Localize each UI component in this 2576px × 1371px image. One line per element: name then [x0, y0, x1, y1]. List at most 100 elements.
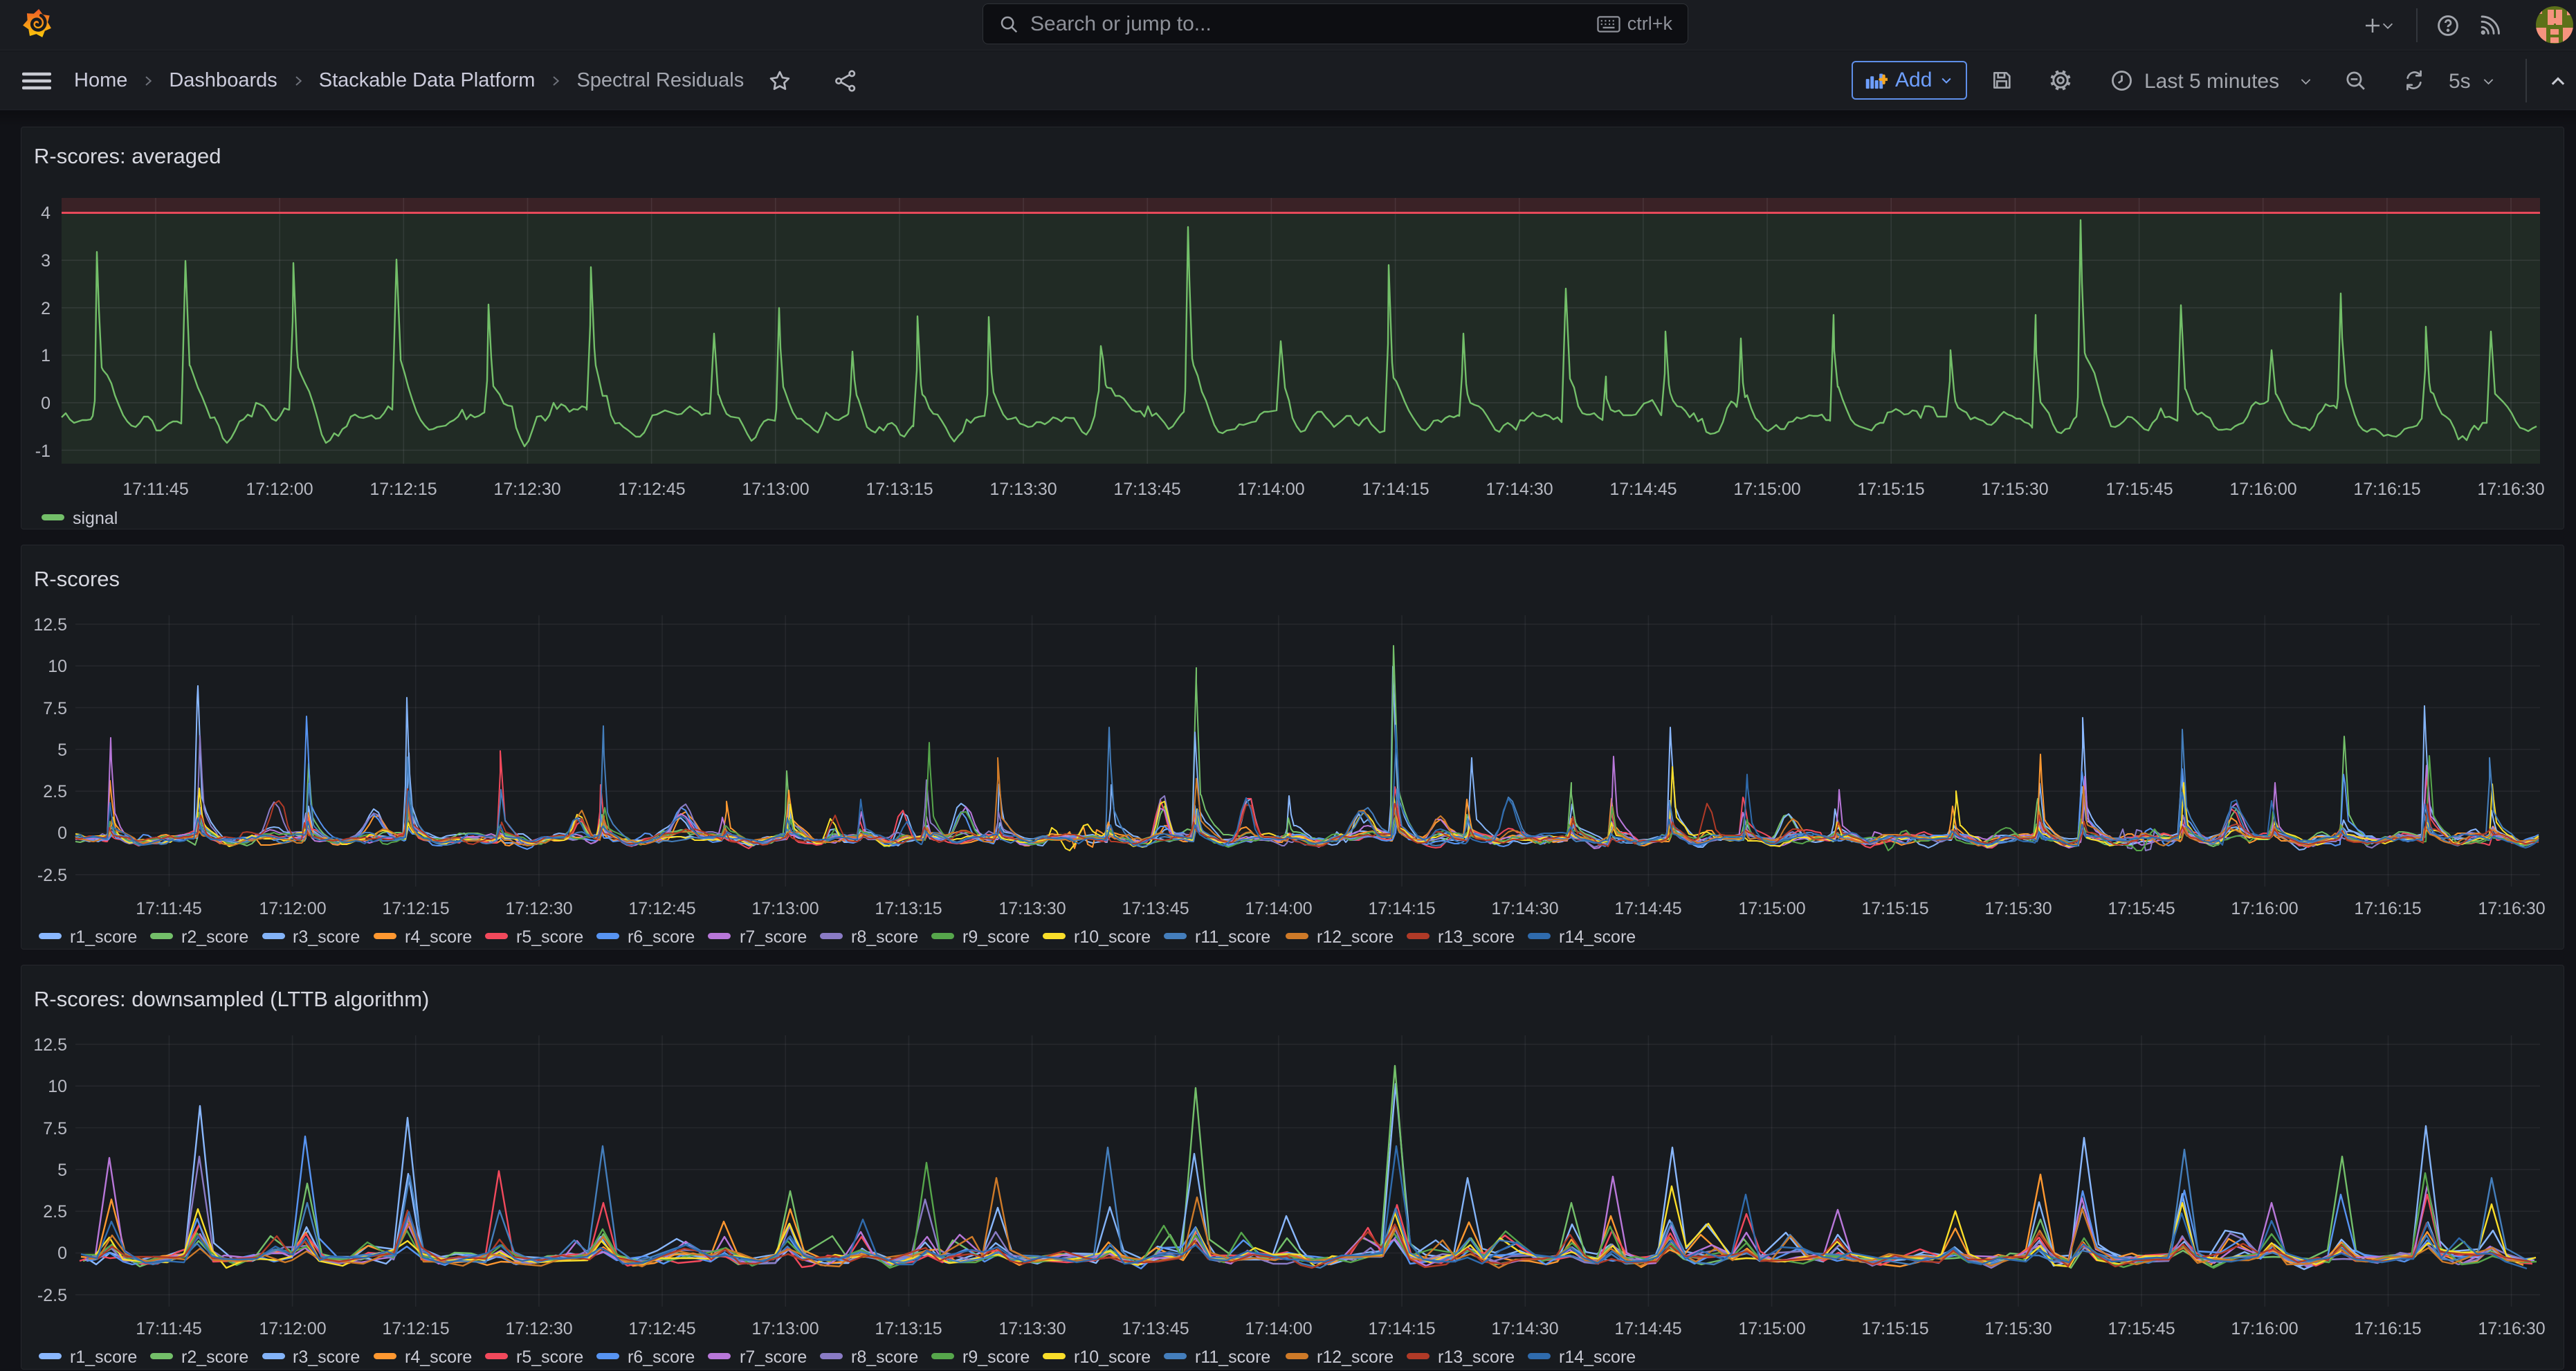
svg-text:17:13:45: 17:13:45 [1113, 480, 1180, 499]
svg-text:7.5: 7.5 [43, 699, 67, 718]
svg-text:17:11:45: 17:11:45 [122, 480, 188, 499]
svg-text:17:14:15: 17:14:15 [1362, 480, 1429, 499]
svg-text:17:11:45: 17:11:45 [136, 899, 201, 918]
svg-text:r4_score: r4_score [405, 1347, 472, 1367]
svg-text:17:14:00: 17:14:00 [1237, 480, 1304, 499]
svg-text:17:13:00: 17:13:00 [751, 1319, 819, 1338]
svg-text:r5_score: r5_score [516, 1347, 583, 1367]
svg-text:17:13:15: 17:13:15 [866, 480, 933, 499]
svg-text:-2.5: -2.5 [37, 866, 67, 885]
svg-text:17:14:15: 17:14:15 [1368, 899, 1435, 918]
svg-text:17:14:45: 17:14:45 [1614, 1319, 1681, 1338]
svg-text:17:13:00: 17:13:00 [751, 899, 819, 918]
svg-text:r2_score: r2_score [181, 927, 248, 947]
svg-text:17:15:00: 17:15:00 [1738, 1319, 1805, 1338]
svg-text:17:12:15: 17:12:15 [382, 1319, 449, 1338]
svg-text:17:13:00: 17:13:00 [742, 480, 809, 499]
svg-text:17:14:45: 17:14:45 [1614, 899, 1681, 918]
svg-text:17:15:30: 17:15:30 [1984, 899, 2052, 918]
svg-text:0: 0 [41, 394, 51, 413]
svg-text:R-scores: averaged: R-scores: averaged [34, 144, 221, 168]
svg-text:7.5: 7.5 [43, 1119, 67, 1138]
svg-text:17:13:45: 17:13:45 [1122, 1319, 1189, 1338]
svg-text:r14_score: r14_score [1559, 1347, 1636, 1367]
svg-text:17:12:00: 17:12:00 [259, 1319, 326, 1338]
svg-text:17:12:00: 17:12:00 [246, 480, 313, 499]
svg-text:17:12:30: 17:12:30 [493, 480, 560, 499]
svg-text:17:16:15: 17:16:15 [2354, 899, 2421, 918]
svg-text:r13_score: r13_score [1438, 927, 1515, 947]
svg-text:12.5: 12.5 [33, 615, 67, 635]
svg-text:r1_score: r1_score [70, 1347, 137, 1367]
svg-text:5: 5 [57, 741, 67, 760]
svg-text:10: 10 [48, 1077, 67, 1096]
svg-text:17:12:30: 17:12:30 [505, 899, 572, 918]
svg-text:5: 5 [57, 1161, 67, 1180]
svg-text:17:15:00: 17:15:00 [1738, 899, 1805, 918]
svg-text:r9_score: r9_score [962, 1347, 1030, 1367]
svg-text:signal: signal [73, 509, 118, 528]
svg-text:17:16:15: 17:16:15 [2353, 480, 2420, 499]
svg-text:17:15:30: 17:15:30 [1981, 480, 2048, 499]
svg-text:4: 4 [41, 203, 51, 223]
svg-text:R-scores: R-scores [34, 567, 120, 591]
svg-text:17:11:45: 17:11:45 [136, 1319, 201, 1338]
svg-text:17:13:15: 17:13:15 [875, 899, 942, 918]
svg-text:-1: -1 [35, 442, 51, 461]
svg-text:r12_score: r12_score [1317, 1347, 1394, 1367]
svg-text:17:14:00: 17:14:00 [1245, 1319, 1312, 1338]
svg-text:r11_score: r11_score [1195, 927, 1270, 947]
svg-text:r10_score: r10_score [1074, 927, 1151, 947]
svg-text:17:14:30: 17:14:30 [1486, 480, 1553, 499]
svg-text:17:15:30: 17:15:30 [1984, 1319, 2052, 1338]
svg-text:17:16:00: 17:16:00 [2231, 899, 2298, 918]
svg-text:r1_score: r1_score [70, 927, 137, 947]
svg-text:-2.5: -2.5 [37, 1286, 67, 1305]
svg-text:17:12:45: 17:12:45 [618, 480, 685, 499]
svg-text:17:15:15: 17:15:15 [1861, 1319, 1928, 1338]
svg-text:17:14:30: 17:14:30 [1491, 899, 1558, 918]
svg-text:r7_score: r7_score [740, 1347, 807, 1367]
svg-text:17:15:45: 17:15:45 [2105, 480, 2173, 499]
svg-text:17:13:30: 17:13:30 [989, 480, 1057, 499]
svg-text:10: 10 [48, 657, 67, 676]
svg-text:17:15:45: 17:15:45 [2108, 1319, 2175, 1338]
svg-text:17:16:30: 17:16:30 [2477, 480, 2544, 499]
svg-text:r13_score: r13_score [1438, 1347, 1515, 1367]
svg-text:17:16:15: 17:16:15 [2354, 1319, 2421, 1338]
svg-text:17:14:00: 17:14:00 [1245, 899, 1312, 918]
svg-text:17:16:30: 17:16:30 [2478, 1319, 2545, 1338]
svg-text:17:13:30: 17:13:30 [998, 1319, 1066, 1338]
svg-text:r2_score: r2_score [181, 1347, 248, 1367]
svg-text:2.5: 2.5 [43, 1202, 67, 1222]
svg-text:r9_score: r9_score [962, 927, 1030, 947]
svg-text:17:12:00: 17:12:00 [259, 899, 326, 918]
svg-text:r5_score: r5_score [516, 927, 583, 947]
svg-text:12.5: 12.5 [33, 1035, 67, 1055]
svg-text:17:16:00: 17:16:00 [2231, 1319, 2298, 1338]
svg-text:17:15:15: 17:15:15 [1861, 899, 1928, 918]
svg-text:17:13:30: 17:13:30 [998, 899, 1066, 918]
svg-text:17:15:15: 17:15:15 [1857, 480, 1924, 499]
svg-text:17:16:00: 17:16:00 [2229, 480, 2296, 499]
svg-text:17:13:45: 17:13:45 [1122, 899, 1189, 918]
svg-text:r14_score: r14_score [1559, 927, 1636, 947]
svg-text:r3_score: r3_score [293, 927, 360, 947]
svg-text:r3_score: r3_score [293, 1347, 360, 1367]
svg-text:17:12:15: 17:12:15 [369, 480, 437, 499]
svg-text:17:15:00: 17:15:00 [1733, 480, 1800, 499]
svg-text:r12_score: r12_score [1317, 927, 1394, 947]
svg-text:0: 0 [57, 1244, 67, 1263]
svg-text:r10_score: r10_score [1074, 1347, 1151, 1367]
svg-text:R-scores: downsampled (LTTB al: R-scores: downsampled (LTTB algorithm) [34, 987, 429, 1011]
svg-text:r11_score: r11_score [1195, 1347, 1270, 1367]
svg-text:0: 0 [57, 824, 67, 843]
svg-text:2.5: 2.5 [43, 782, 67, 801]
svg-text:17:12:45: 17:12:45 [628, 1319, 695, 1338]
svg-text:r8_score: r8_score [851, 927, 918, 947]
svg-text:17:14:15: 17:14:15 [1368, 1319, 1435, 1338]
svg-text:17:16:30: 17:16:30 [2478, 899, 2545, 918]
svg-text:17:12:15: 17:12:15 [382, 899, 449, 918]
svg-text:2: 2 [41, 299, 51, 318]
svg-text:17:12:30: 17:12:30 [505, 1319, 572, 1338]
